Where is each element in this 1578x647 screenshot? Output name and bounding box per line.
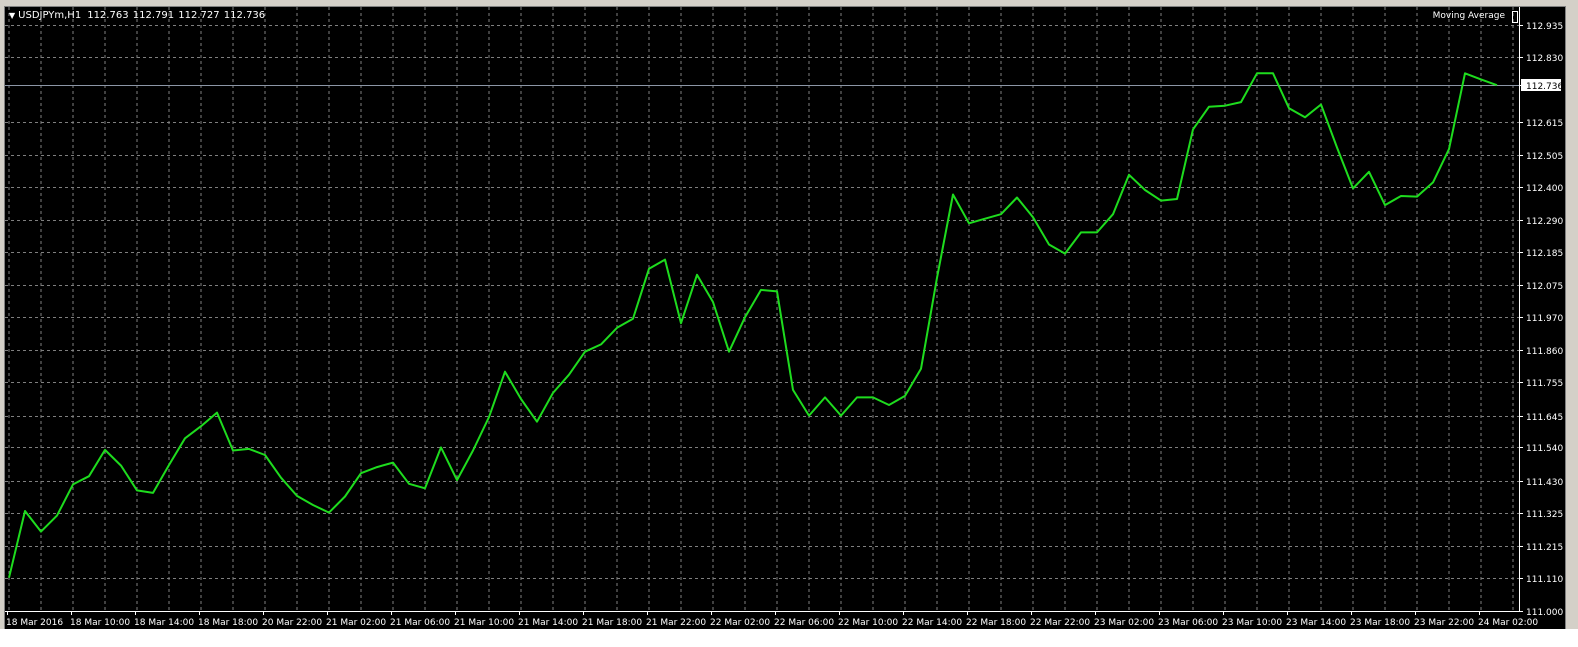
axes: 112.935 112.830 112.736 112.615 112.505 112.4…: [5, 7, 1563, 628]
x-tick-label: 21 Mar 06:00: [390, 618, 450, 628]
grid: [5, 7, 1519, 612]
y-tick-label: 111.325: [1526, 510, 1563, 520]
x-tick-label: 23 Mar 06:00: [1158, 618, 1218, 628]
indicator-window-icon[interactable]: [1512, 11, 1518, 23]
x-tick-label: 21 Mar 14:00: [518, 618, 578, 628]
x-tick-label: 24 Mar 02:00: [1478, 618, 1538, 628]
y-tick-label: 112.935: [1526, 22, 1563, 32]
x-tick-label: 22 Mar 10:00: [838, 618, 898, 628]
x-tick-label: 21 Mar 18:00: [582, 618, 642, 628]
y-tick-label: 111.645: [1526, 413, 1563, 423]
x-tick-label: 21 Mar 10:00: [454, 618, 514, 628]
y-tick-label: 112.290: [1526, 217, 1563, 227]
price-chart[interactable]: 112.935 112.830 112.736 112.615 112.505 112.4…: [5, 7, 1565, 629]
y-tick-label: 112.830: [1526, 54, 1563, 64]
x-tick-label: 22 Mar 14:00: [902, 618, 962, 628]
chart-header: ▼ USDJPYm,H1 112.763 112.791 112.727 112.7…: [9, 10, 265, 21]
y-tick-label: 112.505: [1526, 152, 1563, 162]
x-tick-label: 18 Mar 14:00: [134, 618, 194, 628]
x-tick-label: 18 Mar 2016: [6, 618, 63, 628]
y-tick-label: 111.430: [1526, 478, 1563, 488]
terminal-frame: 112.935 112.830 112.736 112.615 112.505 112.4…: [0, 0, 1578, 647]
x-tick-label: 23 Mar 02:00: [1094, 618, 1154, 628]
symbol-label: USDJPYm,H1: [18, 10, 82, 21]
x-tick-label: 22 Mar 02:00: [710, 618, 770, 628]
x-tick-label: 23 Mar 14:00: [1286, 618, 1346, 628]
indicator-label[interactable]: Moving Average: [1433, 11, 1505, 21]
x-tick-label: 23 Mar 10:00: [1222, 618, 1282, 628]
ohlc-values: 112.763 112.791 112.727 112.736: [87, 10, 266, 21]
x-tick-label: 18 Mar 18:00: [198, 618, 258, 628]
y-tick-label: 112.400: [1526, 184, 1563, 194]
x-tick-label: 22 Mar 06:00: [774, 618, 834, 628]
x-tick-label: 21 Mar 02:00: [326, 618, 386, 628]
x-tick-label: 22 Mar 22:00: [1030, 618, 1090, 628]
current-price-label: 112.736: [1526, 82, 1563, 92]
x-tick-label: 21 Mar 22:00: [646, 618, 706, 628]
series-layer: [8, 72, 1498, 578]
x-tick-label: 23 Mar 22:00: [1414, 618, 1474, 628]
y-tick-label: 111.215: [1526, 543, 1563, 553]
y-tick-label: 111.970: [1526, 314, 1563, 324]
status-strip: [0, 629, 1578, 647]
y-tick-label: 111.860: [1526, 347, 1563, 357]
y-tick-label: 112.185: [1526, 249, 1563, 259]
price-series-line: [8, 72, 1498, 578]
chart-window[interactable]: 112.935 112.830 112.736 112.615 112.505 112.4…: [4, 6, 1566, 630]
x-tick-label: 22 Mar 18:00: [966, 618, 1026, 628]
x-tick-label: 18 Mar 10:00: [70, 618, 130, 628]
y-tick-label: 111.755: [1526, 379, 1563, 389]
y-tick-label: 111.540: [1526, 444, 1563, 454]
x-tick-label: 23 Mar 18:00: [1350, 618, 1410, 628]
y-tick-label: 112.615: [1526, 119, 1563, 129]
y-tick-label: 111.110: [1526, 575, 1563, 585]
y-tick-label: 112.075: [1526, 282, 1563, 292]
x-tick-label: 20 Mar 22:00: [262, 618, 322, 628]
y-tick-label: 111.000: [1526, 608, 1563, 618]
collapse-triangle-icon[interactable]: ▼: [9, 11, 15, 20]
